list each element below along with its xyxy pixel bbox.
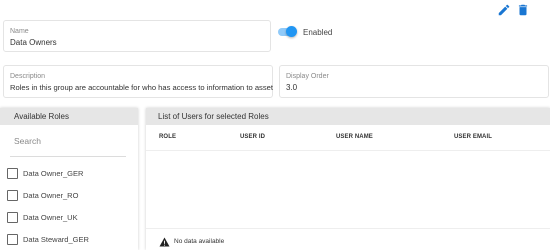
column-header-role[interactable]: ROLE	[159, 134, 176, 140]
warning-icon	[159, 237, 170, 247]
available-roles-header: Available Roles	[0, 108, 138, 125]
name-label: Name	[10, 28, 29, 35]
search-underline	[10, 156, 126, 157]
delete-trash-icon[interactable]	[516, 3, 530, 17]
role-label: Data Steward_GER	[23, 235, 89, 244]
role-checkbox[interactable]	[7, 190, 18, 201]
column-header-user-email[interactable]: USER EMAIL	[454, 134, 492, 140]
column-header-user-name[interactable]: USER NAME	[336, 134, 373, 140]
display-order-label: Display Order	[286, 73, 329, 80]
name-value: Data Owners	[10, 38, 57, 47]
edit-pencil-icon[interactable]	[497, 3, 511, 17]
users-table-title: List of Users for selected Roles	[158, 112, 269, 121]
table-footer-divider	[146, 228, 550, 229]
name-field[interactable]: Name Data Owners	[3, 20, 271, 52]
description-field[interactable]: Description Roles in this group are acco…	[3, 65, 273, 98]
role-label: Data Owner_GER	[23, 169, 84, 178]
description-value: Roles in this group are accountable for …	[10, 83, 273, 92]
role-label: Data Owner_RO	[23, 191, 79, 200]
available-roles-panel: Available Roles	[0, 108, 138, 250]
users-table-header: List of Users for selected Roles	[146, 108, 550, 125]
available-roles-title: Available Roles	[14, 112, 69, 121]
display-order-field[interactable]: Display Order 3.0	[279, 65, 549, 98]
display-order-value: 3.0	[286, 83, 298, 92]
toggle-thumb[interactable]	[286, 26, 297, 37]
role-label: Data Owner_UK	[23, 213, 78, 222]
empty-state-text: No data available	[174, 238, 225, 245]
enabled-label: Enabled	[303, 28, 333, 37]
role-checkbox[interactable]	[7, 168, 18, 179]
role-checkbox[interactable]	[7, 234, 18, 245]
column-header-user-id[interactable]: USER ID	[240, 134, 265, 140]
table-header-divider	[146, 150, 550, 151]
role-checkbox[interactable]	[7, 212, 18, 223]
role-search-input[interactable]: Search	[14, 136, 41, 146]
description-label: Description	[10, 73, 46, 80]
